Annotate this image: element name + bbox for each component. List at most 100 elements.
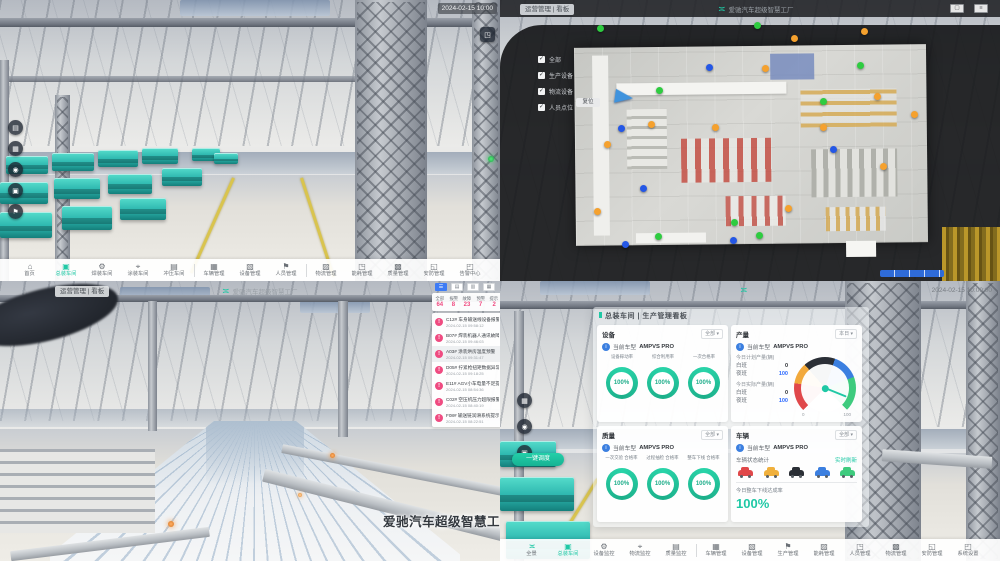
alarm-tab[interactable]: ☰ <box>435 283 447 291</box>
toolbar-item[interactable]: ◰ 系统设置 <box>952 540 985 560</box>
toolbar-item[interactable]: ⚙ 焊装车间 <box>86 260 119 280</box>
car-icon[interactable] <box>764 470 779 476</box>
toolbar-item[interactable]: ⚙ 设备监控 <box>588 540 621 560</box>
map-menu-button[interactable]: ≡ <box>974 4 988 13</box>
agv-unit[interactable] <box>214 153 238 164</box>
agv-unit[interactable] <box>162 168 202 186</box>
alarm-list-item[interactable]: ! F08# 输送链润滑系统提示 2024-02-15 08:22:51 <box>432 410 500 426</box>
agv-unit[interactable] <box>120 198 166 220</box>
layer-legend-row[interactable]: ✓ 全部 <box>538 55 573 64</box>
agv-unit[interactable] <box>108 174 152 194</box>
toolbar-item[interactable]: ⌖ 物流监控 <box>624 540 657 560</box>
car-icon[interactable] <box>738 470 753 476</box>
toolbar-item[interactable]: ◳ 能耗管理 <box>346 260 379 280</box>
toolbar-item[interactable]: ▦ 车辆管理 <box>700 540 733 560</box>
toolbar-item[interactable]: ≍ 全景 <box>516 540 549 560</box>
toolbar-item[interactable] <box>696 544 697 557</box>
status-marker[interactable] <box>640 185 647 192</box>
viewport-3d-assembly[interactable]: ▤▦◉▣⚑ 2024-02-15 10:00 ◳ ⌂ 首页 ▣ 总装车间 ⚙ 焊… <box>0 0 500 281</box>
status-marker[interactable] <box>594 208 601 215</box>
checkbox-checked-icon[interactable]: ✓ <box>538 104 545 111</box>
car-icon[interactable] <box>815 470 830 476</box>
agv-dispatch-button[interactable]: 一键调度 <box>512 453 564 466</box>
toolbar-item[interactable]: ⌖ 涂装车间 <box>122 260 155 280</box>
poi-badge[interactable]: ◉ <box>517 419 532 434</box>
alarm-tab[interactable]: ▤ <box>451 283 463 291</box>
car-icon[interactable] <box>840 470 855 476</box>
layer-legend-row[interactable]: ✓ 人员点位 <box>538 103 573 112</box>
workspace-pill[interactable]: 运营管理 | 看板 <box>55 286 109 297</box>
toolbar-item[interactable]: ▤ 质量监控 <box>660 540 693 560</box>
toolbar-item[interactable]: ▩ 物流管理 <box>880 540 913 560</box>
poi-badge[interactable]: ▤ <box>8 120 23 135</box>
status-marker[interactable] <box>712 124 719 131</box>
poi-badge[interactable]: ▦ <box>517 393 532 408</box>
agv-unit[interactable] <box>52 153 94 171</box>
toolbar-item[interactable]: ⚑ 人员管理 <box>270 260 303 280</box>
viewport-plant-map[interactable]: 运营管理 | 看板 ≍ 爱驰汽车超级智慧工厂 ▢ ≡ ✓ 全部 ✓ 生产设备 <box>500 0 1000 281</box>
agv-unit[interactable] <box>500 477 574 511</box>
map-zoom-control[interactable] <box>880 270 944 277</box>
toolbar-item[interactable]: ▤ 冲压车间 <box>158 260 191 280</box>
status-marker[interactable] <box>706 64 713 71</box>
alarm-list-item[interactable]: ! C02# 空压机压力超限报警 2024-02-15 08:40:19 <box>432 394 500 410</box>
toolbar-item[interactable]: ▨ 物流管理 <box>310 260 343 280</box>
status-marker[interactable] <box>648 121 655 128</box>
toolbar-item[interactable] <box>194 264 195 277</box>
alarm-list-item[interactable]: ! E11# AGV小车电量不足提示 2024-02-15 08:54:36 <box>432 378 500 394</box>
toolbar-item[interactable]: ▧ 设备管理 <box>234 260 267 280</box>
toolbar-item[interactable]: ▣ 总装车间 <box>50 260 83 280</box>
plant-map-canvas[interactable] <box>574 44 928 246</box>
agv-unit[interactable] <box>54 178 100 199</box>
alarm-stat-column[interactable]: 提示 2 <box>487 295 500 309</box>
filter-dropdown[interactable]: 全部 ▾ <box>701 329 723 339</box>
poi-badge[interactable]: ▦ <box>8 141 23 156</box>
agv-unit[interactable] <box>142 148 178 164</box>
filter-dropdown[interactable]: 全部 ▾ <box>701 430 723 440</box>
status-marker[interactable] <box>604 141 611 148</box>
camera-reset-button[interactable]: 复位 <box>576 98 600 107</box>
toolbar-item[interactable]: ▣ 总装车间 <box>552 540 585 560</box>
layer-legend-row[interactable]: ✓ 物流设备 <box>538 87 573 96</box>
poi-badge[interactable]: ▣ <box>8 183 23 198</box>
status-marker[interactable] <box>880 163 887 170</box>
workspace-pill[interactable]: 运营管理 | 看板 <box>520 4 574 15</box>
status-marker[interactable] <box>762 65 769 72</box>
status-marker[interactable] <box>857 62 864 69</box>
toolbar-item[interactable]: ▩ 质量管理 <box>382 260 415 280</box>
agv-unit[interactable] <box>0 182 48 204</box>
checkbox-checked-icon[interactable]: ✓ <box>538 72 545 79</box>
status-marker[interactable] <box>911 111 918 118</box>
toolbar-item[interactable]: ◰ 告警中心 <box>454 260 487 280</box>
toolbar-item[interactable]: ▧ 设备管理 <box>736 540 769 560</box>
agv-unit[interactable] <box>62 206 112 230</box>
car-icon[interactable] <box>789 470 804 476</box>
map-window-button[interactable]: ▢ <box>950 4 964 13</box>
viewport-logistics-corridor[interactable]: 运营管理 | 看板 ≍ 爱驰汽车超级智慧工厂 爱驰汽车超级智慧工厂 ☰▤▥▦ 全… <box>0 281 500 561</box>
viewport-production-dashboard[interactable]: ▦◉▣ 一键调度 ≍ 2024-02-15 10:00:00 总装车间 | 生产… <box>500 281 1000 561</box>
alarm-tab[interactable]: ▦ <box>483 283 495 291</box>
alarm-list-item[interactable]: ! B07# 焊装机器人通讯故障 2024-02-15 09:46:03 <box>432 330 500 346</box>
toolbar-item[interactable]: ◱ 安防管理 <box>916 540 949 560</box>
agv-unit[interactable] <box>0 212 52 238</box>
status-marker[interactable] <box>874 93 881 100</box>
toolbar-item[interactable]: ◳ 人员管理 <box>844 540 877 560</box>
alarm-list-item[interactable]: ! A03# 涂装烘房温度预警 2024-02-15 09:31:47 <box>432 346 500 362</box>
alarm-list-item[interactable]: ! D05# 拧紧枪扭矩数据异常 2024-02-15 09:18:25 <box>432 362 500 378</box>
checkbox-checked-icon[interactable]: ✓ <box>538 88 545 95</box>
alarm-stat-column[interactable]: 预警 7 <box>474 295 488 309</box>
poi-badge[interactable]: ⚑ <box>8 204 23 219</box>
alarm-tab[interactable]: ▥ <box>467 283 479 291</box>
filter-dropdown[interactable]: 本日 ▾ <box>835 329 857 339</box>
alarm-list-item[interactable]: ! C12# 车身输送线设备报警 2024-02-15 09:58:12 <box>432 314 500 330</box>
toolbar-item[interactable]: ▦ 车辆管理 <box>198 260 231 280</box>
layer-legend-row[interactable]: ✓ 生产设备 <box>538 71 573 80</box>
toolbar-item[interactable] <box>306 264 307 277</box>
toolbar-item[interactable]: ◱ 安防管理 <box>418 260 451 280</box>
toolbar-item[interactable]: ▨ 能耗管理 <box>808 540 841 560</box>
corner-widget-button[interactable]: ◳ <box>480 27 495 42</box>
player-position-marker[interactable] <box>614 89 634 105</box>
status-link[interactable]: 实时刷新 <box>835 456 857 464</box>
poi-badge[interactable]: ◉ <box>8 162 23 177</box>
filter-dropdown[interactable]: 全部 ▾ <box>835 430 857 440</box>
